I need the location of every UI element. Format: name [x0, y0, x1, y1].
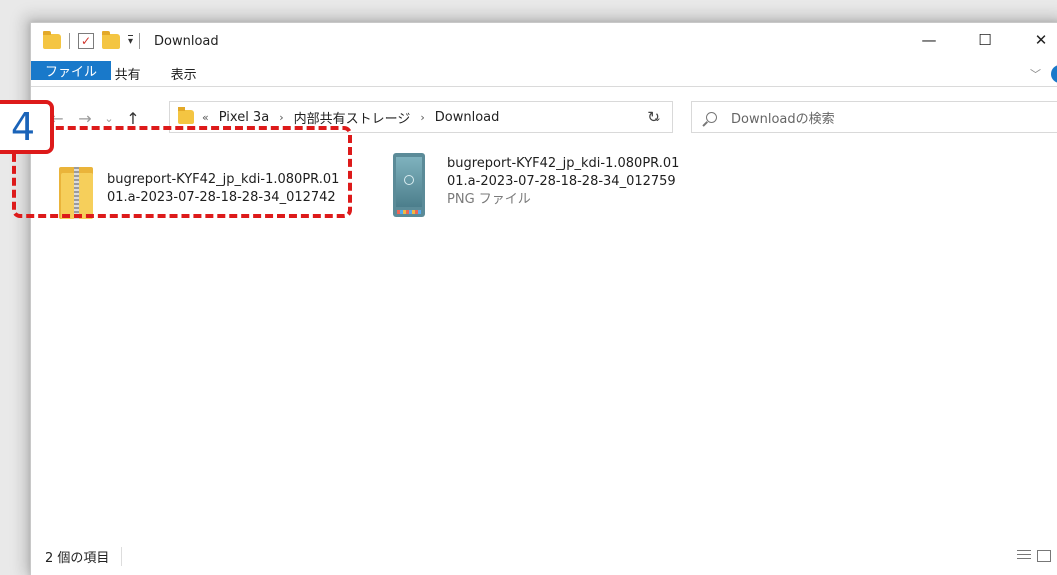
- status-bar: 2 個の項目: [31, 543, 1057, 569]
- divider: [139, 33, 141, 49]
- search-placeholder: Downloadの検索: [731, 111, 835, 127]
- up-arrow-icon[interactable]: ↑: [119, 109, 147, 128]
- window-controls: — ☐ ✕: [901, 23, 1057, 57]
- close-button[interactable]: ✕: [1013, 23, 1057, 57]
- maximize-button[interactable]: ☐: [957, 23, 1013, 57]
- file-label: bugreport-KYF42_jp_kdi-1.080PR.01 01.a-2…: [447, 155, 679, 209]
- properties-icon[interactable]: ✓: [78, 33, 94, 49]
- item-count: 2 個の項目: [45, 546, 123, 566]
- navigation-bar: ← → ⌄ ↑ « Pixel 3a › 内部共有ストレージ › Downloa…: [31, 101, 1057, 135]
- file-name-line: 01.a-2023-07-28-18-28-34_012759: [447, 174, 676, 189]
- divider: [69, 33, 70, 49]
- search-icon: [706, 111, 717, 123]
- details-view-icon[interactable]: [1017, 550, 1031, 562]
- ribbon-tabs: ファイル ホーム 共有 表示 ﹀ ?: [31, 61, 1057, 87]
- new-folder-icon[interactable]: [102, 30, 120, 49]
- file-name-line: bugreport-KYF42_jp_kdi-1.080PR.01: [447, 156, 680, 171]
- search-input[interactable]: Downloadの検索: [691, 101, 1057, 133]
- recent-locations-chevron-icon[interactable]: ⌄: [99, 112, 119, 125]
- breadcrumb-download[interactable]: Download: [435, 110, 500, 125]
- quick-access-toolbar: ✓ ▾: [43, 23, 148, 59]
- step-number-badge: 4: [0, 100, 54, 154]
- file-item-zip[interactable]: bugreport-KYF42_jp_kdi-1.080PR.01 01.a-2…: [59, 159, 379, 219]
- customize-toolbar-icon[interactable]: ▾: [128, 35, 134, 47]
- breadcrumb-internal-storage[interactable]: 内部共有ストレージ: [294, 108, 411, 127]
- file-list: bugreport-KYF42_jp_kdi-1.080PR.01 01.a-2…: [31, 145, 1057, 545]
- folder-icon: [178, 107, 194, 124]
- file-type: PNG ファイル: [447, 192, 531, 207]
- title-bar: ✓ ▾ Download — ☐ ✕: [31, 23, 1057, 59]
- help-icon[interactable]: ?: [1051, 65, 1057, 83]
- ribbon-right: ﹀ ?: [1030, 61, 1057, 87]
- refresh-button[interactable]: ↻: [635, 101, 673, 133]
- minimize-button[interactable]: —: [901, 23, 957, 57]
- explorer-window: ✓ ▾ Download — ☐ ✕ ファイル ホーム 共有 表示 ﹀ ? ← …: [30, 22, 1057, 575]
- forward-arrow-icon[interactable]: →: [71, 109, 99, 128]
- folder-icon: [43, 30, 61, 49]
- window-title: Download: [154, 33, 219, 49]
- overflow-crumb[interactable]: «: [202, 111, 209, 124]
- expand-ribbon-chevron-icon[interactable]: ﹀: [1030, 66, 1041, 82]
- view-toggle: [1017, 550, 1051, 562]
- chevron-right-icon[interactable]: ›: [279, 111, 283, 124]
- refresh-icon: ↻: [647, 108, 660, 126]
- file-item-png[interactable]: bugreport-KYF42_jp_kdi-1.080PR.01 01.a-2…: [393, 153, 713, 217]
- tab-file[interactable]: ファイル: [31, 61, 112, 80]
- zip-folder-icon: [59, 167, 93, 219]
- file-label: bugreport-KYF42_jp_kdi-1.080PR.01 01.a-2…: [107, 171, 339, 207]
- large-icons-view-icon[interactable]: [1037, 550, 1051, 562]
- file-name-line: 01.a-2023-07-28-18-28-34_012742: [107, 190, 336, 205]
- tab-view[interactable]: 表示: [156, 61, 212, 86]
- chevron-right-icon[interactable]: ›: [420, 111, 424, 124]
- file-name-line: bugreport-KYF42_jp_kdi-1.080PR.01: [107, 172, 340, 187]
- png-image-icon: [393, 153, 425, 217]
- address-bar[interactable]: « Pixel 3a › 内部共有ストレージ › Download ⌄: [169, 101, 673, 133]
- breadcrumb-pixel-3a[interactable]: Pixel 3a: [219, 110, 269, 125]
